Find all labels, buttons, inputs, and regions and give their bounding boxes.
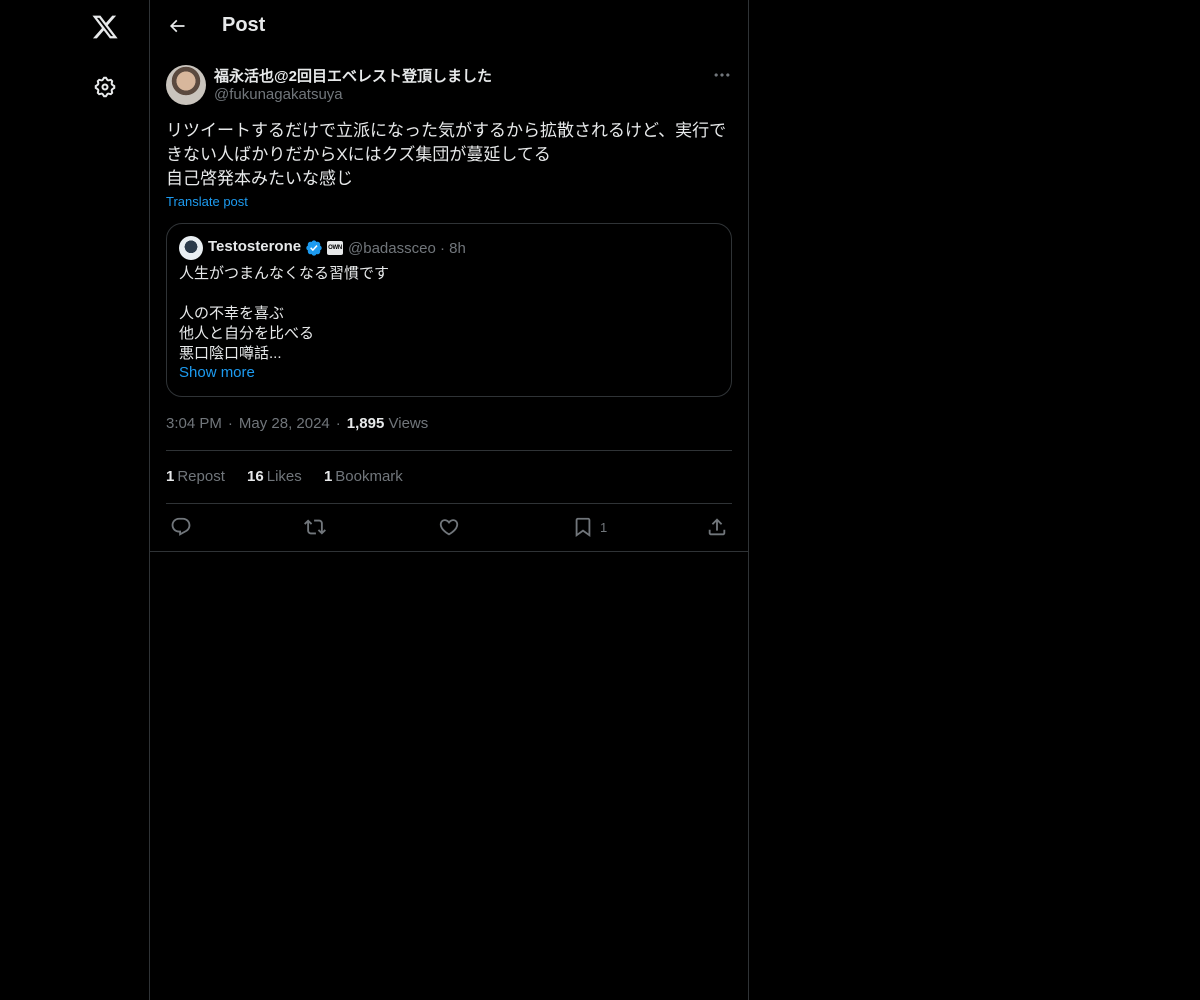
translate-post-link[interactable]: Translate post: [166, 194, 248, 209]
quoted-author-name: Testosterone: [208, 238, 302, 255]
engagement-stats: 1 Repost 16 Likes 1 Bookmark: [166, 468, 421, 485]
author-name[interactable]: 福永活也@2回目エベレスト登頂しました: [214, 65, 492, 86]
post-text: リツイートするだけで立派になった気がするから拡散されるけど、実行できない人ばかり…: [166, 119, 736, 191]
reply-icon: [171, 517, 191, 536]
quoted-text-line: 人生がつまんなくなる習慣です: [179, 265, 390, 282]
heart-icon: [439, 519, 459, 536]
bookmark-icon: [575, 517, 591, 538]
left-navigation: [0, 0, 150, 1000]
repost-icon: [304, 519, 326, 535]
avatar[interactable]: [166, 65, 206, 105]
quoted-text-line: [179, 284, 719, 304]
like-button[interactable]: [438, 514, 460, 540]
post-meta: 3:04 PM · May 28, 2024 · 1,895 Views: [166, 415, 429, 432]
more-horizontal-icon: [714, 73, 730, 77]
quoted-handle-time: @badassceo · 8h: [348, 240, 466, 257]
reposts-count: 1: [166, 468, 175, 485]
x-logo-button[interactable]: [83, 5, 127, 49]
bookmark-count: 1: [600, 519, 608, 535]
reposts-label: Repost: [177, 468, 225, 485]
bookmarks-label: Bookmark: [335, 468, 403, 485]
post-author: 福永活也@2回目エベレスト登頂しました @fukunagakatsuya: [166, 65, 734, 107]
likes-stat[interactable]: 16 Likes: [247, 468, 302, 485]
quoted-text: 人生がつまんなくなる習慣です 人の不幸を喜ぶ 他人と自分を比べる 悪口陰口噂話.…: [179, 264, 719, 364]
quoted-avatar: [179, 236, 203, 260]
gear-icon: [94, 76, 116, 98]
share-button[interactable]: [706, 514, 728, 540]
quoted-post[interactable]: Testosterone OWN @badassceo · 8h 人生がつまんな…: [166, 223, 732, 397]
post-column: Post 福永活也@2回目エベレスト登頂しました @fukunagakatsuy…: [149, 0, 749, 1000]
likes-count: 16: [247, 468, 264, 485]
settings-button[interactable]: [83, 65, 127, 109]
page-header: Post: [150, 0, 748, 53]
post-text-line: 自己啓発本みたいな感じ: [166, 169, 353, 188]
bookmarks-stat[interactable]: 1 Bookmark: [324, 468, 403, 485]
x-logo-icon: [92, 15, 118, 39]
post-date[interactable]: May 28, 2024: [239, 415, 330, 432]
views-count: 1,895: [346, 415, 385, 432]
quoted-text-line: 悪口陰口噂話...: [179, 345, 282, 362]
affiliate-badge-text: OWN: [328, 245, 342, 251]
action-bar: 1: [150, 504, 748, 550]
show-more-link[interactable]: Show more: [179, 364, 255, 381]
divider: [166, 450, 732, 451]
quoted-text-line: 他人と自分を比べる: [179, 325, 315, 342]
affiliate-badge: OWN: [327, 241, 343, 255]
author-handle[interactable]: @fukunagakatsuya: [214, 86, 343, 103]
reply-button[interactable]: [170, 514, 192, 540]
verified-badge-icon: [306, 240, 322, 256]
repost-button[interactable]: [304, 514, 326, 540]
views-label: Views: [388, 415, 429, 432]
post-time[interactable]: 3:04 PM: [166, 415, 222, 432]
page-title: Post: [222, 14, 266, 36]
quoted-text-line: 人の不幸を喜ぶ: [179, 305, 285, 322]
more-options-button[interactable]: [710, 65, 734, 85]
share-icon: [708, 518, 726, 536]
reposts-stat[interactable]: 1 Repost: [166, 468, 225, 485]
likes-label: Likes: [266, 468, 302, 485]
divider: [150, 551, 748, 552]
post-text-line: リツイートするだけで立派になった気がするから拡散されるけど、実行できない人ばかり…: [166, 121, 727, 164]
back-button[interactable]: [160, 9, 194, 43]
bookmarks-count: 1: [323, 468, 333, 485]
bookmark-button[interactable]: 1: [572, 514, 607, 540]
arrow-left-icon: [169, 19, 185, 33]
